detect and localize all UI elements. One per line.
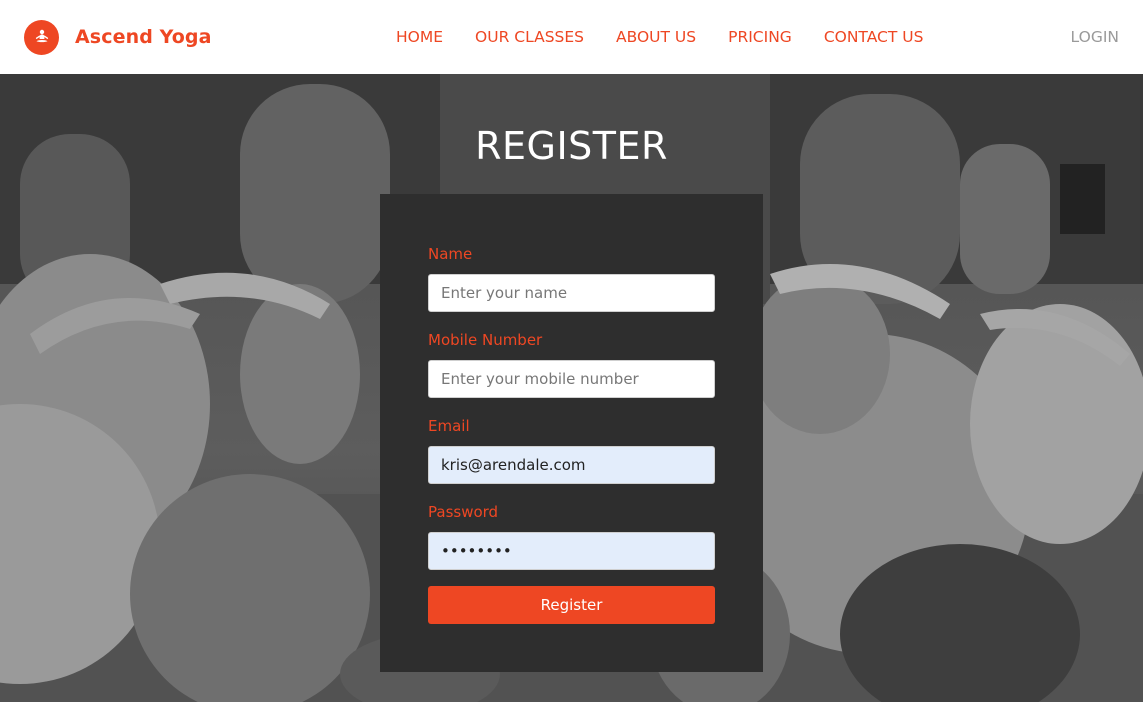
top-header: Ascend Yoga HOME OUR CLASSES ABOUT US PR… xyxy=(0,0,1143,74)
brand-link[interactable]: Ascend Yoga xyxy=(24,19,212,55)
meditation-icon xyxy=(24,19,59,55)
email-input[interactable] xyxy=(428,446,715,484)
name-label: Name xyxy=(428,245,473,263)
nav-about-us[interactable]: ABOUT US xyxy=(616,26,696,48)
main-nav: HOME OUR CLASSES ABOUT US PRICING CONTAC… xyxy=(396,26,955,48)
mobile-number-label: Mobile Number xyxy=(428,331,543,349)
nav-home[interactable]: HOME xyxy=(396,26,443,48)
mobile-number-input[interactable] xyxy=(428,360,715,398)
brand-name: Ascend Yoga xyxy=(75,26,212,48)
email-label: Email xyxy=(428,417,470,435)
password-label: Password xyxy=(428,503,499,521)
page-title: REGISTER xyxy=(475,124,668,168)
register-button[interactable]: Register xyxy=(428,586,715,624)
name-input[interactable] xyxy=(428,274,715,312)
nav-pricing[interactable]: PRICING xyxy=(728,26,792,48)
password-input[interactable] xyxy=(428,532,715,570)
register-form-panel: Name Mobile Number Email Password Regist… xyxy=(380,194,763,672)
login-link[interactable]: LOGIN xyxy=(1071,26,1119,48)
nav-our-classes[interactable]: OUR CLASSES xyxy=(475,26,584,48)
nav-contact-us[interactable]: CONTACT US xyxy=(824,26,924,48)
